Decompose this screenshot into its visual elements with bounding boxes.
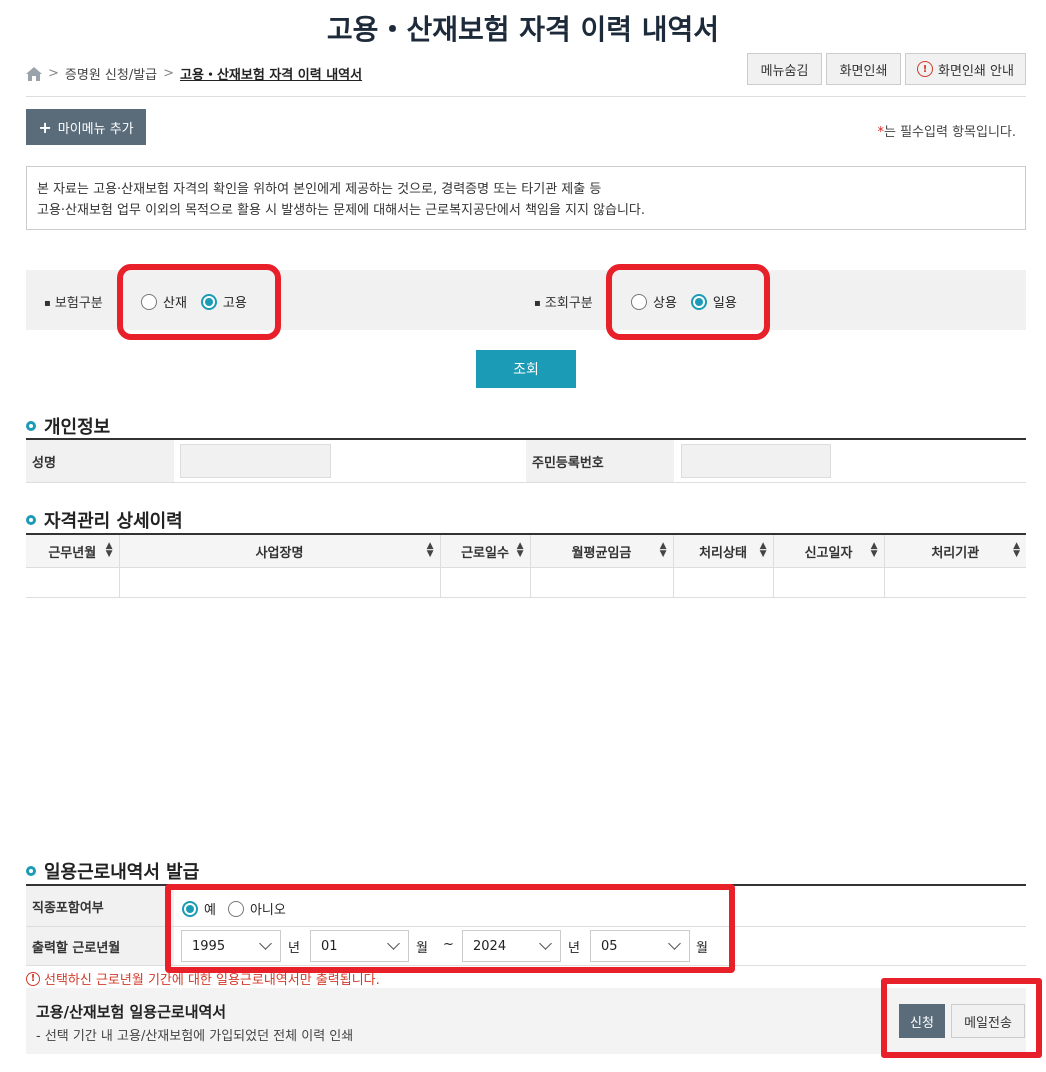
required-note-text: 는 필수입력 항목입니다. bbox=[884, 125, 1016, 140]
print-guide-label: 화면인쇄 안내 bbox=[938, 63, 1014, 79]
col-header-label: 사업장명 bbox=[255, 545, 304, 561]
col-header[interactable]: 근무년월 ▲ ▼ bbox=[26, 535, 120, 568]
table-cell bbox=[440, 567, 531, 598]
table-cell bbox=[530, 567, 674, 598]
history-table: 근무년월 ▲ ▼ 사업장명 ▲ ▼ 근로일수 ▲ ▼ 월평균임금 ▲ ▼ 처리상태 ▲ ▼ 신고일자… bbox=[26, 535, 1026, 598]
col-header-label: 처리기관 bbox=[931, 545, 980, 561]
plus-icon: + bbox=[38, 117, 52, 137]
alert-icon: ! bbox=[26, 971, 40, 986]
required-note: *는 필수입력 항목입니다. bbox=[878, 121, 1017, 140]
col-header-label: 근로일수 bbox=[461, 545, 509, 561]
table-cell bbox=[884, 567, 1026, 598]
highlight-box bbox=[165, 884, 735, 973]
divider bbox=[26, 96, 1026, 97]
highlight-box bbox=[117, 264, 281, 340]
col-header-label: 처리상태 bbox=[699, 545, 747, 561]
history-table-wrap: 근무년월 ▲ ▼ 사업장명 ▲ ▼ 근로일수 ▲ ▼ 월평균임금 ▲ ▼ 처리상태 ▲ ▼ 신고일자… bbox=[26, 535, 1026, 598]
page-title: 고용・산재보험 자격 이력 내역서 bbox=[326, 13, 720, 46]
sort-icon[interactable]: ▲ ▼ bbox=[427, 542, 434, 559]
inquiry-type-text: 조회구분 bbox=[544, 296, 593, 311]
chevron-right-icon: > bbox=[48, 66, 59, 81]
section-title: 자격관리 상세이력 bbox=[44, 511, 183, 532]
rrn-value bbox=[681, 444, 831, 478]
add-mymenu-label: 마이메뉴 추가 bbox=[57, 121, 134, 137]
col-header[interactable]: 처리기관 ▲ ▼ bbox=[884, 535, 1026, 568]
inquiry-type-label: ▪ 조회구분 bbox=[534, 292, 593, 311]
sort-icon[interactable]: ▲ ▼ bbox=[106, 542, 113, 559]
add-mymenu-button[interactable]: + 마이메뉴 추가 bbox=[26, 109, 146, 145]
col-header-label: 근무년월 bbox=[48, 545, 97, 561]
chevron-right-icon: > bbox=[163, 66, 175, 81]
sort-icon[interactable]: ▲ ▼ bbox=[871, 542, 878, 559]
job-include-label: 직종포함여부 bbox=[26, 886, 174, 926]
notice-line: 고용·산재보험 업무 이외의 목적으로 활용 시 발생하는 문제에 대해서는 근… bbox=[37, 203, 646, 218]
table-cell bbox=[26, 567, 120, 598]
table-cell bbox=[673, 567, 774, 598]
breadcrumb-current[interactable]: 고용・산재보험 자격 이력 내역서 bbox=[180, 64, 362, 83]
period-warning: ! 선택하신 근로년월 기간에 대한 일용근로내역서만 출력됩니다. bbox=[26, 969, 380, 988]
bullet: ▪ bbox=[534, 298, 541, 309]
rrn-label: 주민등록번호 bbox=[526, 440, 674, 482]
insurance-type-text: 보험구분 bbox=[54, 296, 103, 311]
section-personal: 개인정보 bbox=[26, 413, 110, 439]
breadcrumb: > 증명원 신청/발급 > 고용・산재보험 자격 이력 내역서 bbox=[26, 64, 362, 83]
print-guide-button[interactable]: ! 화면인쇄 안내 bbox=[905, 53, 1026, 85]
document-desc: - 선택 기간 내 고용/산재보험에 가입되었던 전체 이력 인쇄 bbox=[36, 1029, 354, 1044]
sort-icon[interactable]: ▲ ▼ bbox=[517, 542, 524, 559]
warning-text: 선택하신 근로년월 기간에 대한 일용근로내역서만 출력됩니다. bbox=[44, 973, 380, 988]
notice-line: 본 자료는 고용·산재보험 자격의 확인을 위하여 본인에게 제공하는 것으로,… bbox=[37, 182, 602, 197]
sort-icon[interactable]: ▲ ▼ bbox=[760, 542, 767, 559]
col-header[interactable]: 신고일자 ▲ ▼ bbox=[773, 535, 885, 568]
highlight-box bbox=[881, 978, 1042, 1058]
section-bullet-icon bbox=[26, 515, 36, 525]
section-history: 자격관리 상세이력 bbox=[26, 507, 183, 533]
sort-icon[interactable]: ▲ ▼ bbox=[1013, 542, 1020, 559]
section-title: 일용근로내역서 발급 bbox=[44, 862, 200, 883]
search-button[interactable]: 조회 bbox=[476, 350, 576, 388]
section-title: 개인정보 bbox=[44, 417, 111, 438]
col-header[interactable]: 사업장명 ▲ ▼ bbox=[119, 535, 441, 568]
row-divider bbox=[26, 482, 1026, 483]
sort-icon[interactable]: ▲ ▼ bbox=[660, 542, 667, 559]
col-header-label: 월평균임금 bbox=[571, 545, 632, 561]
hide-menu-button[interactable]: 메뉴숨김 bbox=[747, 53, 822, 85]
alert-icon: ! bbox=[917, 61, 934, 77]
section-daily: 일용근로내역서 발급 bbox=[26, 858, 199, 884]
name-value bbox=[180, 444, 331, 478]
notice-box: 본 자료는 고용·산재보험 자격의 확인을 위하여 본인에게 제공하는 것으로,… bbox=[26, 166, 1026, 230]
table-cell bbox=[119, 567, 441, 598]
col-header[interactable]: 근로일수 ▲ ▼ bbox=[440, 535, 531, 568]
section-bullet-icon bbox=[26, 866, 36, 876]
table-row bbox=[26, 567, 1026, 598]
highlight-box bbox=[606, 264, 770, 340]
print-button[interactable]: 화면인쇄 bbox=[826, 53, 901, 85]
insurance-type-label: ▪ 보험구분 bbox=[44, 292, 103, 311]
document-title: 고용/산재보험 일용근로내역서 bbox=[36, 1003, 227, 1021]
home-icon[interactable] bbox=[26, 66, 42, 81]
name-label: 성명 bbox=[26, 440, 174, 482]
col-header[interactable]: 처리상태 ▲ ▼ bbox=[673, 535, 774, 568]
col-header-label: 신고일자 bbox=[804, 545, 853, 561]
section-bullet-icon bbox=[26, 421, 36, 431]
period-label: 출력할 근로년월 bbox=[26, 927, 174, 965]
bullet: ▪ bbox=[44, 298, 51, 309]
col-header[interactable]: 월평균임금 ▲ ▼ bbox=[530, 535, 674, 568]
table-cell bbox=[773, 567, 885, 598]
breadcrumb-item[interactable]: 증명원 신청/발급 bbox=[65, 64, 157, 83]
